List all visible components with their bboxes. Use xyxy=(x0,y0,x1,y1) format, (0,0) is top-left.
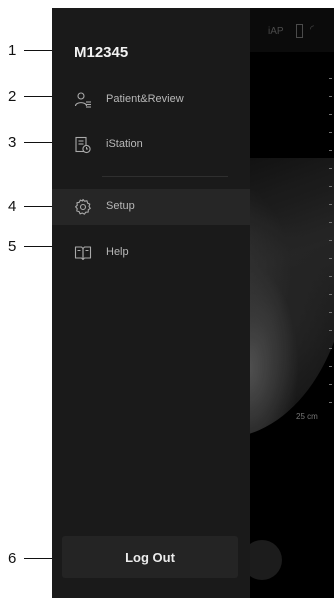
device-name: M12345 xyxy=(74,44,129,61)
callout-1: 1 xyxy=(0,42,62,59)
menu-item-setup[interactable]: Setup xyxy=(52,189,250,225)
callout-number: 1 xyxy=(8,42,17,59)
freeze-button[interactable] xyxy=(250,540,282,580)
menu-item-help[interactable]: Help xyxy=(52,235,250,271)
depth-scale xyxy=(329,78,332,408)
depth-label: 25 cm xyxy=(296,412,318,421)
menu-item-label: Patient&Review xyxy=(106,93,184,105)
callout-6: 6 xyxy=(0,550,62,567)
menu-item-istation[interactable]: iStation xyxy=(52,127,250,163)
ultrasound-image xyxy=(250,158,334,438)
callout-number: 6 xyxy=(8,550,17,567)
logout-button[interactable]: Log Out xyxy=(62,536,238,578)
book-icon xyxy=(74,244,92,262)
battery-icon xyxy=(296,24,303,38)
callout-number: 4 xyxy=(8,198,17,215)
wifi-icon: ◜ xyxy=(310,24,314,35)
menu-item-label: Setup xyxy=(106,200,135,212)
menu-divider xyxy=(102,176,228,177)
callout-5: 5 xyxy=(0,238,62,255)
callout-number: 3 xyxy=(8,134,17,151)
gear-icon xyxy=(74,198,92,216)
callout-4: 4 xyxy=(0,198,62,215)
callout-3: 3 xyxy=(0,134,62,151)
patient-list-icon xyxy=(74,91,92,109)
status-bar: iAP ◜ xyxy=(250,8,334,52)
menu-item-label: iStation xyxy=(106,138,143,150)
callout-number: 2 xyxy=(8,88,17,105)
menu-item-patient-review[interactable]: Patient&Review xyxy=(52,82,250,118)
callout-number: 5 xyxy=(8,238,17,255)
callout-2: 2 xyxy=(0,88,62,105)
menu-item-label: Help xyxy=(106,246,129,258)
ultrasound-view: iAP ◜ 25 cm xyxy=(250,8,334,598)
status-text: iAP xyxy=(268,26,284,37)
side-drawer: M12345 Patient&Review iStation Setup Hel… xyxy=(52,8,250,598)
document-clock-icon xyxy=(74,136,92,154)
